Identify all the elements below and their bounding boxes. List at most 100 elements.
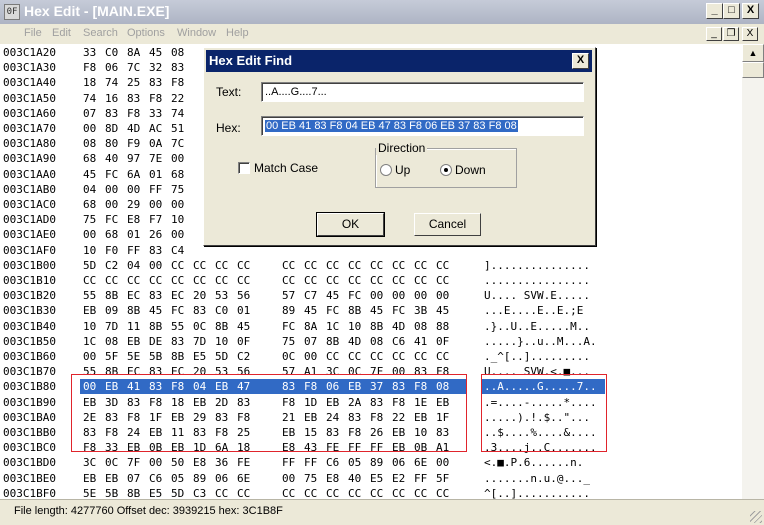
hex-byte[interactable]: CC xyxy=(282,486,300,499)
row-ascii[interactable]: ]............... xyxy=(484,258,590,273)
hex-byte[interactable]: 89 xyxy=(193,471,211,486)
hex-byte[interactable]: 89 xyxy=(282,303,300,318)
hex-byte[interactable]: EB xyxy=(105,471,123,486)
direction-up-radio[interactable] xyxy=(380,164,392,176)
hex-byte[interactable]: 8B xyxy=(326,334,344,349)
hex-byte[interactable]: 0F xyxy=(237,334,255,349)
hex-byte[interactable]: 18 xyxy=(83,75,101,90)
hex-byte[interactable]: 25 xyxy=(127,75,145,90)
hex-byte[interactable]: 0C xyxy=(193,319,211,334)
hex-byte[interactable]: C4 xyxy=(171,243,189,258)
close-button[interactable]: X xyxy=(742,3,759,19)
hex-byte[interactable]: 05 xyxy=(348,455,366,470)
hex-byte[interactable]: 74 xyxy=(105,75,123,90)
hex-byte[interactable]: 00 xyxy=(392,288,410,303)
hex-byte[interactable]: 40 xyxy=(348,471,366,486)
hex-byte[interactable]: 00 xyxy=(83,227,101,242)
hex-byte[interactable]: E5 xyxy=(149,486,167,499)
ok-button[interactable]: OK xyxy=(316,212,385,237)
hex-byte[interactable]: 45 xyxy=(304,303,322,318)
minimize-button[interactable]: _ xyxy=(706,3,723,19)
hex-byte[interactable]: CC xyxy=(105,273,123,288)
hex-byte[interactable]: FC xyxy=(392,303,410,318)
hex-byte[interactable]: FC xyxy=(282,319,300,334)
hex-byte[interactable]: 8B xyxy=(149,319,167,334)
row-ascii[interactable]: ^[..]........... xyxy=(484,486,590,499)
hex-byte[interactable]: FC xyxy=(105,212,123,227)
menu-edit[interactable]: Edit xyxy=(52,27,71,39)
direction-down-radio[interactable] xyxy=(440,164,452,176)
hex-byte[interactable]: 83 xyxy=(127,91,145,106)
hex-byte[interactable]: CC xyxy=(171,258,189,273)
hex-byte[interactable]: CC xyxy=(414,258,432,273)
hex-byte[interactable]: 00 xyxy=(83,349,101,364)
hex-byte[interactable]: 06 xyxy=(392,455,410,470)
hex-byte[interactable]: 83 xyxy=(149,75,167,90)
hex-byte[interactable]: 0C xyxy=(282,349,300,364)
hex-row[interactable]: 003C1B20 55 8B EC 83 EC 20 53 56 57 C7 45 FC 00 00 00 00… xyxy=(0,288,742,303)
hex-byte[interactable]: CC xyxy=(436,486,454,499)
hex-byte[interactable]: 5D xyxy=(83,258,101,273)
hex-byte[interactable]: CC xyxy=(392,349,410,364)
hex-row[interactable]: 003C1B60 00 5F 5E 5B 8B E5 5D C2 0C 00 CC CC CC CC CC CC… xyxy=(0,349,742,364)
hex-byte[interactable]: EB xyxy=(127,334,145,349)
hex-byte[interactable]: 4D xyxy=(348,334,366,349)
hex-byte[interactable]: 75 xyxy=(304,471,322,486)
hex-byte[interactable]: 45 xyxy=(149,303,167,318)
hex-byte[interactable]: CC xyxy=(414,349,432,364)
hex-byte[interactable]: 08 xyxy=(370,334,388,349)
hex-byte[interactable]: FF xyxy=(282,455,300,470)
hex-byte[interactable]: 00 xyxy=(370,288,388,303)
hex-byte[interactable]: 51 xyxy=(171,121,189,136)
hex-byte[interactable]: EC xyxy=(171,288,189,303)
hex-byte[interactable]: CC xyxy=(392,486,410,499)
hex-byte[interactable]: 07 xyxy=(83,106,101,121)
hex-byte[interactable]: CC xyxy=(348,349,366,364)
hex-byte[interactable]: 8A xyxy=(304,319,322,334)
hex-byte[interactable]: AC xyxy=(149,121,167,136)
hex-byte[interactable]: 8B xyxy=(171,349,189,364)
hex-byte[interactable]: CC xyxy=(370,258,388,273)
hex-byte[interactable]: CC xyxy=(127,273,145,288)
hex-row[interactable]: 003C1BE0 EB EB 07 C6 05 89 06 6E 00 75 E8 40 E5 E2 FF 5F… xyxy=(0,471,742,486)
hex-byte[interactable]: 0F xyxy=(436,334,454,349)
hex-byte[interactable]: 7C xyxy=(127,60,145,75)
hex-byte[interactable]: 00 xyxy=(282,471,300,486)
hex-byte[interactable]: CC xyxy=(326,273,344,288)
hex-byte[interactable]: 55 xyxy=(171,319,189,334)
hex-byte[interactable]: 06 xyxy=(105,60,123,75)
hex-byte[interactable]: CC xyxy=(282,258,300,273)
hex-byte[interactable]: E8 xyxy=(326,471,344,486)
hex-byte[interactable]: 07 xyxy=(127,471,145,486)
hex-row[interactable]: 003C1BF0 5E 5B 8B E5 5D C3 CC CC CC CC CC CC CC CC CC CC… xyxy=(0,486,742,499)
hex-byte[interactable]: 00 xyxy=(83,121,101,136)
hex-byte[interactable]: 45 xyxy=(326,288,344,303)
hex-byte[interactable]: 4D xyxy=(127,121,145,136)
hex-byte[interactable]: FC xyxy=(326,303,344,318)
hex-byte[interactable]: 68 xyxy=(83,197,101,212)
hex-byte[interactable]: 6A xyxy=(127,167,145,182)
hex-byte[interactable]: 01 xyxy=(127,227,145,242)
hex-byte[interactable]: 00 xyxy=(149,258,167,273)
hex-byte[interactable]: FE xyxy=(237,455,255,470)
hex-byte[interactable]: CC xyxy=(392,273,410,288)
hex-byte[interactable]: C2 xyxy=(237,349,255,364)
hex-byte[interactable]: 7F xyxy=(127,455,145,470)
hex-byte[interactable]: 75 xyxy=(282,334,300,349)
hex-byte[interactable]: 8D xyxy=(105,121,123,136)
hex-byte[interactable]: E8 xyxy=(127,212,145,227)
hex-byte[interactable]: 5F xyxy=(105,349,123,364)
menu-help[interactable]: Help xyxy=(226,27,249,39)
hex-byte[interactable]: 08 xyxy=(83,136,101,151)
hex-byte[interactable]: 0C xyxy=(105,455,123,470)
hex-byte[interactable]: 56 xyxy=(237,288,255,303)
hex-byte[interactable]: 00 xyxy=(149,197,167,212)
row-ascii[interactable]: <.■.P.6......n. xyxy=(484,455,583,470)
row-ascii[interactable]: .}..U..E.....M.. xyxy=(484,319,590,334)
menu-window[interactable]: Window xyxy=(177,27,216,39)
hex-byte[interactable]: 97 xyxy=(127,151,145,166)
mdi-restore-button[interactable]: ❐ xyxy=(723,27,739,41)
vertical-scrollbar[interactable]: ▲ xyxy=(742,44,764,499)
hex-byte[interactable]: CC xyxy=(237,486,255,499)
hex-byte[interactable]: C0 xyxy=(215,303,233,318)
